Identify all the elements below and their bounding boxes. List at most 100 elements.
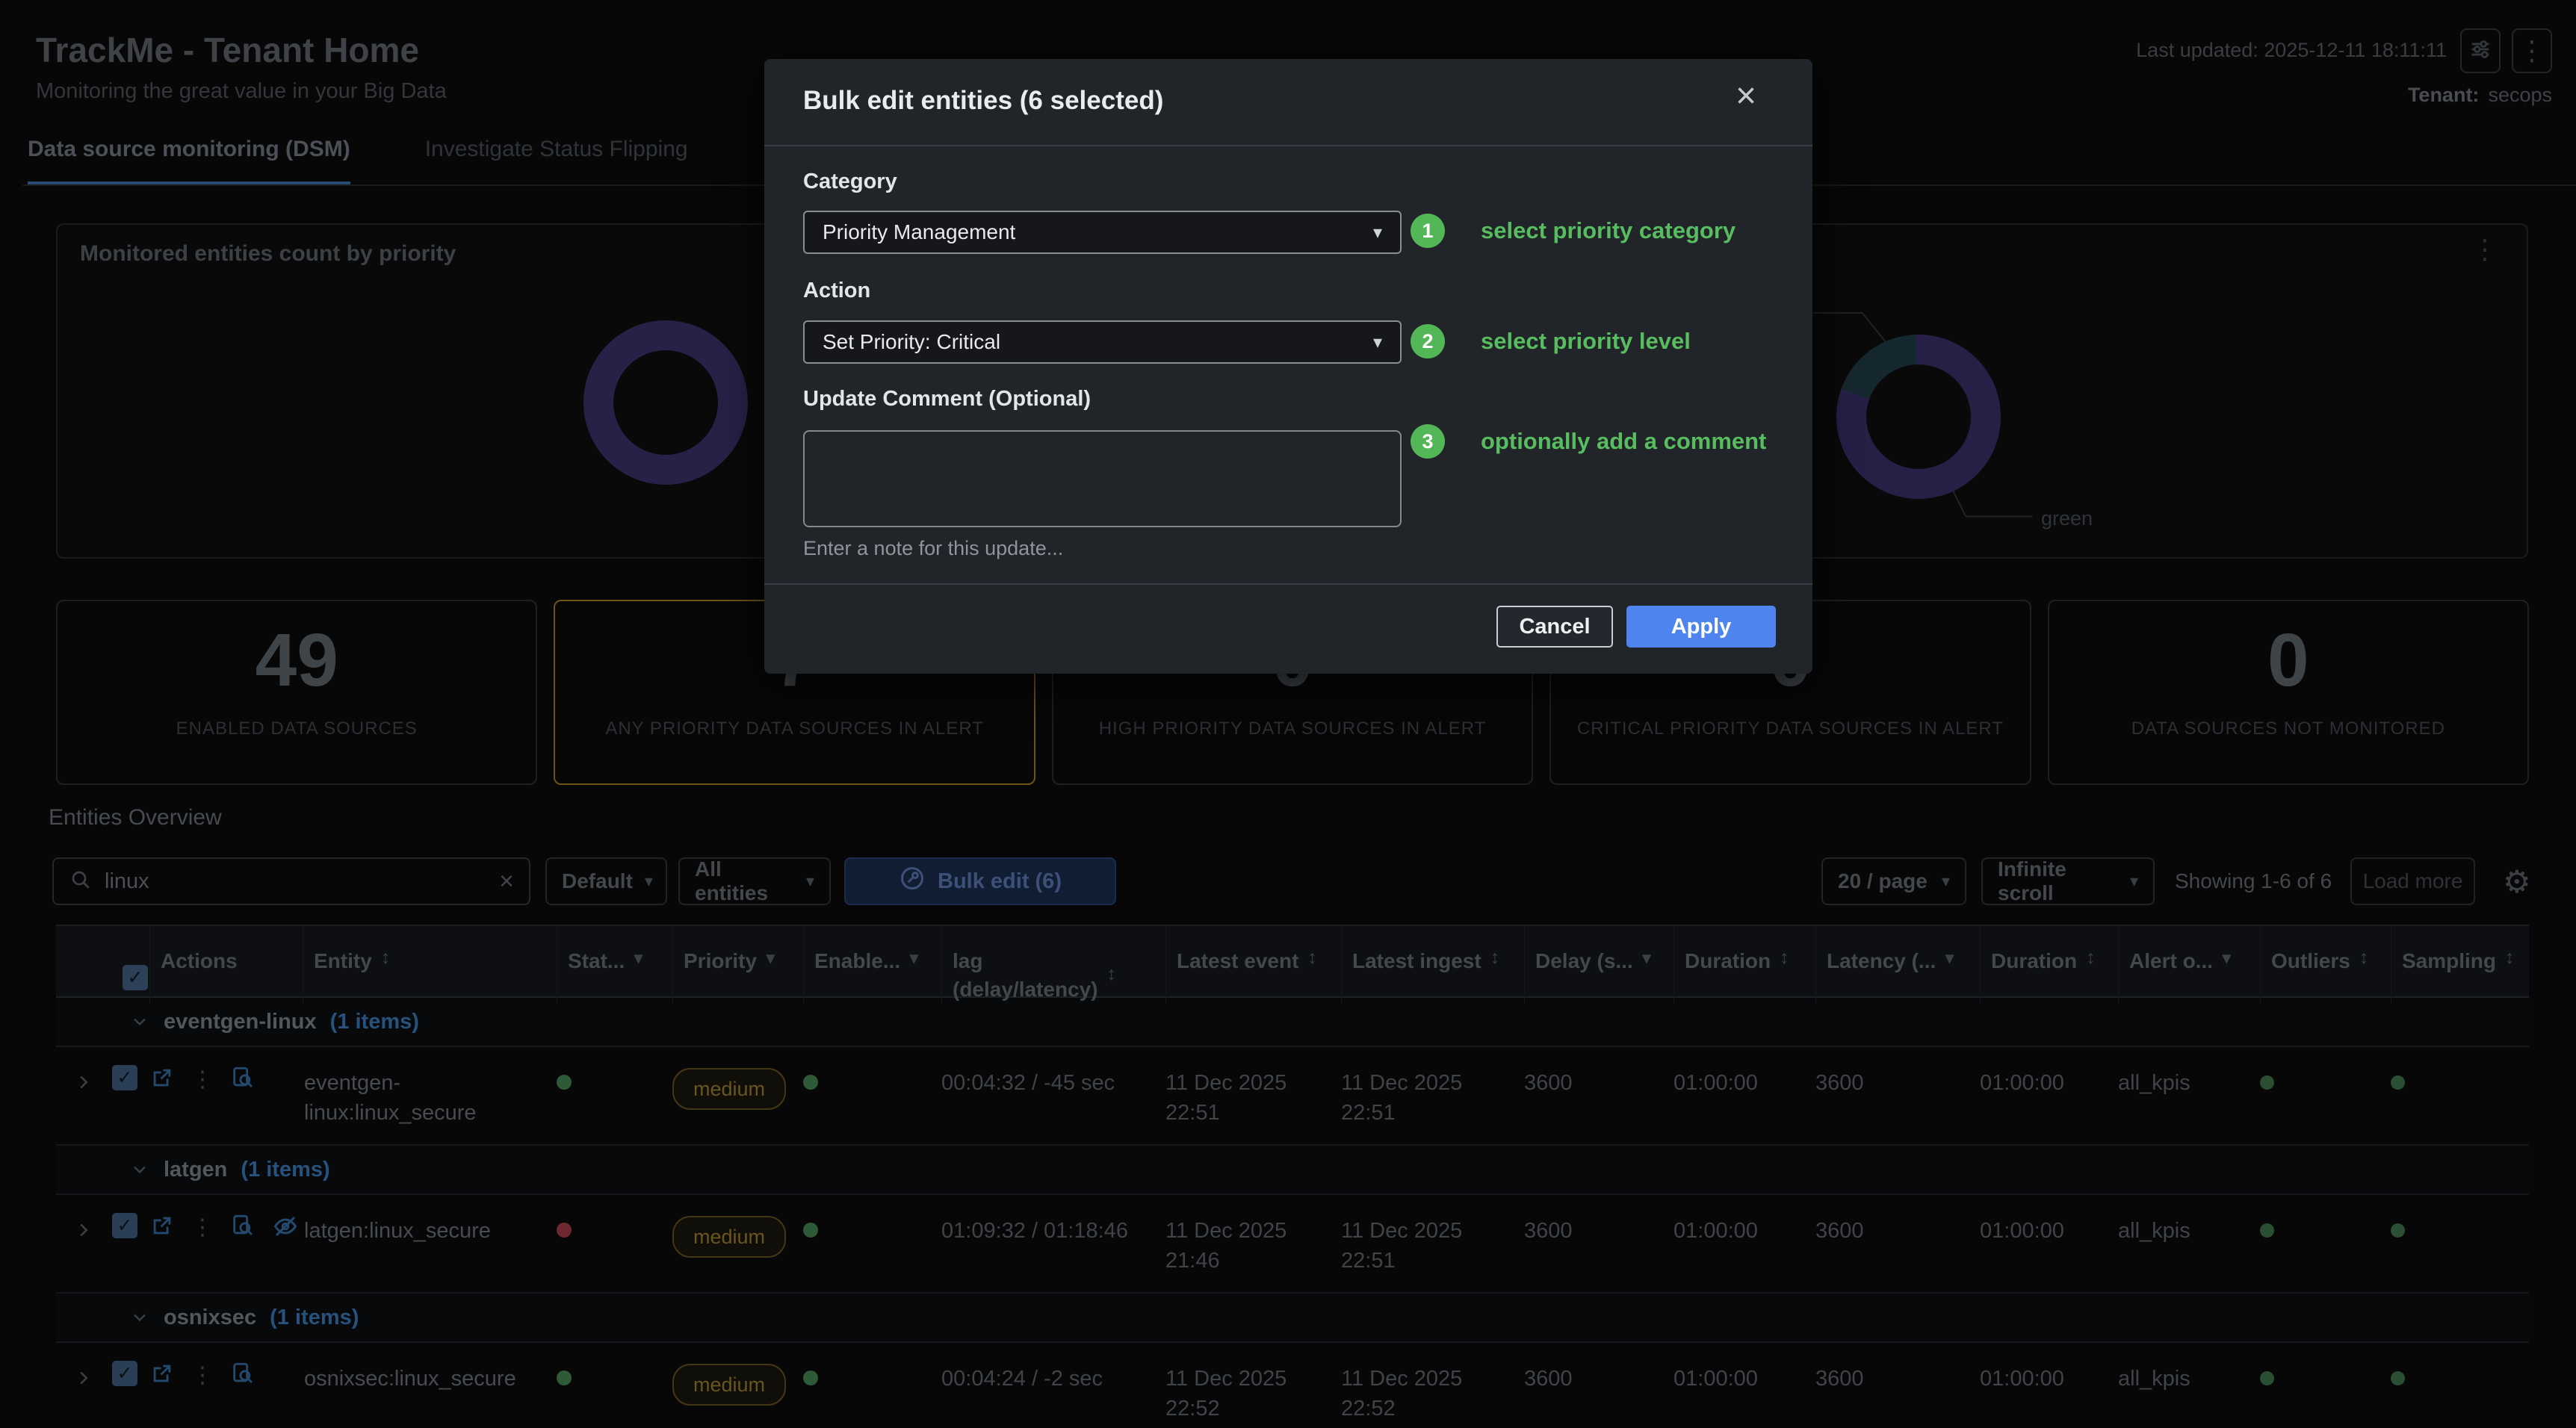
sort-icon[interactable]: ↕ [1780, 947, 1789, 969]
row-checkbox-cell [112, 1195, 149, 1292]
filter-caret-icon[interactable]: ▾ [634, 947, 643, 969]
enabled-dot [803, 1370, 818, 1385]
category-value: Priority Management [823, 220, 1015, 244]
filter-caret-icon[interactable]: ▾ [2222, 947, 2232, 969]
sort-icon[interactable]: ↕ [1490, 947, 1500, 969]
search-clear-icon[interactable]: × [499, 869, 514, 894]
chevron-down-icon [129, 1159, 150, 1180]
col-label: Sampling [2402, 947, 2496, 975]
step-annotation: select priority category [1481, 217, 1736, 244]
row-checkbox[interactable] [112, 1065, 137, 1090]
priority-badge[interactable]: medium [672, 1216, 786, 1258]
col-header-3[interactable]: Priority▾ [672, 926, 803, 1004]
document-search-icon[interactable] [230, 1065, 256, 1090]
header-menu-button[interactable]: ⋮ [2512, 28, 2552, 73]
col-header-14[interactable]: Sampling ↕ [2391, 926, 2529, 1004]
sort-icon[interactable]: ↕ [2505, 947, 2515, 969]
row-checkbox[interactable] [112, 1213, 137, 1238]
search-input[interactable] [105, 869, 487, 894]
col-header-11[interactable]: Duration↕ [1980, 926, 2118, 1004]
page-size-dropdown[interactable]: 20 / page ▾ [1821, 857, 1966, 905]
latency-cell-line: 3600 [1815, 1068, 1980, 1098]
load-more-button[interactable]: Load more [2350, 857, 2475, 905]
table-row[interactable]: ⋮osnixsec:linux_securemedium00:04:24 / -… [56, 1343, 2529, 1428]
row-checkbox-cell [112, 1047, 149, 1144]
group-row-eventgen-linux[interactable]: eventgen-linux(1 items) [56, 998, 2529, 1047]
col-header-5[interactable]: lag(delay/latency)↕ [941, 926, 1165, 1004]
delay-cell-line: 3600 [1524, 1068, 1674, 1098]
eye-off-icon[interactable] [272, 1213, 299, 1240]
document-search-icon[interactable] [230, 1361, 256, 1386]
group-row-osnixsec[interactable]: osnixsec(1 items) [56, 1294, 2529, 1343]
sort-icon[interactable]: ↕ [2359, 947, 2369, 969]
table-settings-button[interactable]: ⚙ [2503, 857, 2531, 905]
header-checkbox[interactable] [123, 965, 148, 990]
group-row-latgen[interactable]: latgen(1 items) [56, 1146, 2529, 1195]
latest-event-cell-line: 11 Dec 2025 [1165, 1364, 1341, 1394]
entity-search[interactable]: × [52, 857, 530, 905]
external-link-icon[interactable] [149, 1213, 175, 1238]
scroll-mode-dropdown[interactable]: Infinite scroll ▾ [1981, 857, 2155, 905]
sort-icon[interactable]: ↕ [381, 947, 391, 969]
latest-ingest-cell: 11 Dec 202522:51 [1341, 1047, 1524, 1144]
external-link-icon[interactable] [149, 1065, 175, 1090]
row-menu-icon[interactable]: ⋮ [191, 1214, 214, 1241]
priority-badge[interactable]: medium [672, 1364, 786, 1406]
action-select[interactable]: Set Priority: Critical ▾ [803, 320, 1402, 364]
filter-entities-dropdown[interactable]: All entities ▾ [678, 857, 831, 905]
category-select[interactable]: Priority Management ▾ [803, 211, 1402, 254]
col-header-2[interactable]: Stat...▾ [557, 926, 672, 1004]
duration2-cell: 01:00:00 [1980, 1047, 2118, 1144]
summary-card-0[interactable]: 49ENABLED DATA SOURCES [56, 600, 537, 785]
col-header-0[interactable]: Actions [149, 926, 303, 1004]
col-header-12[interactable]: Alert o...▾ [2118, 926, 2260, 1004]
filters-button[interactable] [2460, 28, 2501, 73]
filter-caret-icon[interactable]: ▾ [1642, 947, 1652, 969]
col-header-4[interactable]: Enable...▾ [803, 926, 941, 1004]
row-expander[interactable] [56, 1343, 112, 1428]
duration-cell: 01:00:00 [1674, 1195, 1815, 1292]
document-search-icon[interactable] [230, 1213, 256, 1238]
summary-card-4[interactable]: 0DATA SOURCES NOT MONITORED [2048, 600, 2529, 785]
tab-1[interactable]: Investigate Status Flipping [425, 137, 688, 186]
row-expander[interactable] [56, 1195, 112, 1292]
filter-caret-icon[interactable]: ▾ [766, 947, 775, 969]
apply-button[interactable]: Apply [1626, 606, 1776, 648]
table-row[interactable]: ⋮latgen:linux_securemedium01:09:32 / 01:… [56, 1195, 2529, 1294]
chevron-down-icon [129, 1307, 150, 1328]
col-header-13[interactable]: Outliers ↕ [2260, 926, 2391, 1004]
row-menu-icon[interactable]: ⋮ [191, 1362, 214, 1388]
col-header-1[interactable]: Entity↕ [303, 926, 557, 1004]
sampling-dot [2391, 1223, 2405, 1238]
showing-count: Showing 1-6 of 6 [2175, 857, 2332, 905]
col-header-9[interactable]: Duration↕ [1674, 926, 1815, 1004]
sort-icon[interactable]: ↕ [1107, 963, 1117, 985]
row-menu-icon[interactable]: ⋮ [191, 1067, 214, 1093]
col-header-8[interactable]: Delay (s...▾ [1524, 926, 1674, 1004]
entity-cell-line: latgen:linux_secure [304, 1216, 557, 1246]
bulk-edit-button[interactable]: Bulk edit (6) [844, 857, 1116, 905]
sort-icon[interactable]: ↕ [1307, 947, 1317, 969]
col-header-7[interactable]: Latest ingest↕ [1341, 926, 1524, 1004]
sort-icon[interactable]: ↕ [2086, 947, 2096, 969]
priority-badge[interactable]: medium [672, 1068, 786, 1110]
duration-cell-line: 01:00:00 [1674, 1364, 1815, 1394]
kebab-icon: ⋮ [2518, 35, 2545, 66]
table-row[interactable]: ⋮eventgen-linux:linux_securemedium00:04:… [56, 1047, 2529, 1146]
row-expander[interactable] [56, 1047, 112, 1144]
filter-caret-icon[interactable]: ▾ [1945, 947, 1954, 969]
close-icon[interactable]: × [1736, 78, 1756, 114]
latest-event-cell: 11 Dec 202522:52 [1165, 1343, 1341, 1428]
comment-textarea[interactable] [803, 430, 1402, 527]
filter-default-dropdown[interactable]: Default ▾ [545, 857, 667, 905]
col-header-6[interactable]: Latest event↕ [1165, 926, 1341, 1004]
bulk-edit-modal: Bulk edit entities (6 selected) × Catego… [764, 59, 1812, 674]
cancel-button[interactable]: Cancel [1496, 606, 1613, 648]
col-label-line: Outliers [2271, 947, 2350, 975]
col-header-10[interactable]: Latency (...▾ [1815, 926, 1980, 1004]
row-checkbox[interactable] [112, 1361, 137, 1386]
sampling-dot [2391, 1075, 2405, 1090]
tab-0[interactable]: Data source monitoring (DSM) [28, 137, 350, 186]
external-link-icon[interactable] [149, 1361, 175, 1386]
filter-caret-icon[interactable]: ▾ [909, 947, 919, 969]
